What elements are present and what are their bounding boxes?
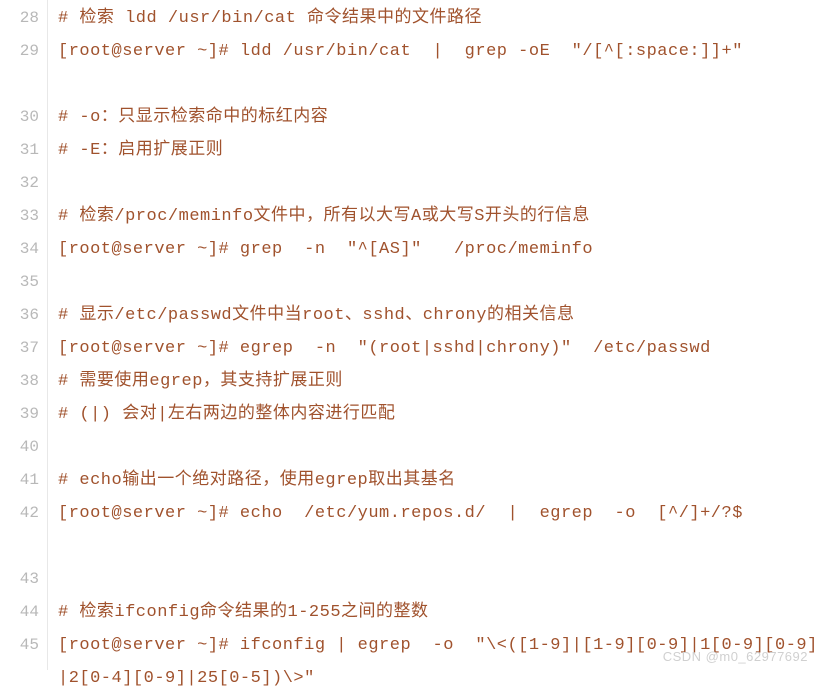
watermark: CSDN @m0_62977692: [663, 649, 808, 664]
line-number: 43: [0, 563, 39, 596]
line-number-spacer: [0, 530, 39, 563]
code-line: [root@server ~]# echo /etc/yum.repos.d/ …: [58, 497, 822, 563]
code-line: [58, 563, 822, 596]
line-number: 41: [0, 464, 39, 497]
line-number: 34: [0, 233, 39, 266]
line-number: 33: [0, 200, 39, 233]
code-line: # 检索/proc/meminfo文件中，所有以大写A或大写S开头的行信息: [58, 200, 822, 233]
line-number: 32: [0, 167, 39, 200]
code-line: [root@server ~]# grep -n "^[AS]" /proc/m…: [58, 233, 822, 266]
line-number: 29: [0, 35, 39, 68]
code-line: [58, 167, 822, 200]
line-number: 45: [0, 629, 39, 662]
code-line: # -E：启用扩展正则: [58, 134, 822, 167]
code-line: # 检索ifconfig命令结果的1-255之间的整数: [58, 596, 822, 629]
line-number: 30: [0, 101, 39, 134]
line-number: 35: [0, 266, 39, 299]
code-line: [root@server ~]# ldd /usr/bin/cat | grep…: [58, 35, 822, 101]
line-number: 42: [0, 497, 39, 530]
code-line: [58, 431, 822, 464]
code-line: # echo输出一个绝对路径，使用egrep取出其基名: [58, 464, 822, 497]
code-line: # 需要使用egrep，其支持扩展正则: [58, 365, 822, 398]
line-number: 28: [0, 2, 39, 35]
line-number: 44: [0, 596, 39, 629]
line-number-gutter: 28 29 30 31 32 33 34 35 36 37 38 39 40 4…: [0, 0, 48, 670]
line-number: 36: [0, 299, 39, 332]
code-line: # (|) 会对|左右两边的整体内容进行匹配: [58, 398, 822, 431]
code-block: 28 29 30 31 32 33 34 35 36 37 38 39 40 4…: [0, 0, 822, 670]
line-number: 37: [0, 332, 39, 365]
code-line: # 显示/etc/passwd文件中当root、sshd、chrony的相关信息: [58, 299, 822, 332]
line-number: 39: [0, 398, 39, 431]
code-line: # -o：只显示检索命中的标红内容: [58, 101, 822, 134]
code-line: [58, 266, 822, 299]
line-number: 38: [0, 365, 39, 398]
line-number: 40: [0, 431, 39, 464]
line-number-spacer: [0, 68, 39, 101]
code-area[interactable]: # 检索 ldd /usr/bin/cat 命令结果中的文件路径 [root@s…: [48, 0, 822, 670]
code-line: # 检索 ldd /usr/bin/cat 命令结果中的文件路径: [58, 2, 822, 35]
code-line: [root@server ~]# egrep -n "(root|sshd|ch…: [58, 332, 822, 365]
line-number: 31: [0, 134, 39, 167]
